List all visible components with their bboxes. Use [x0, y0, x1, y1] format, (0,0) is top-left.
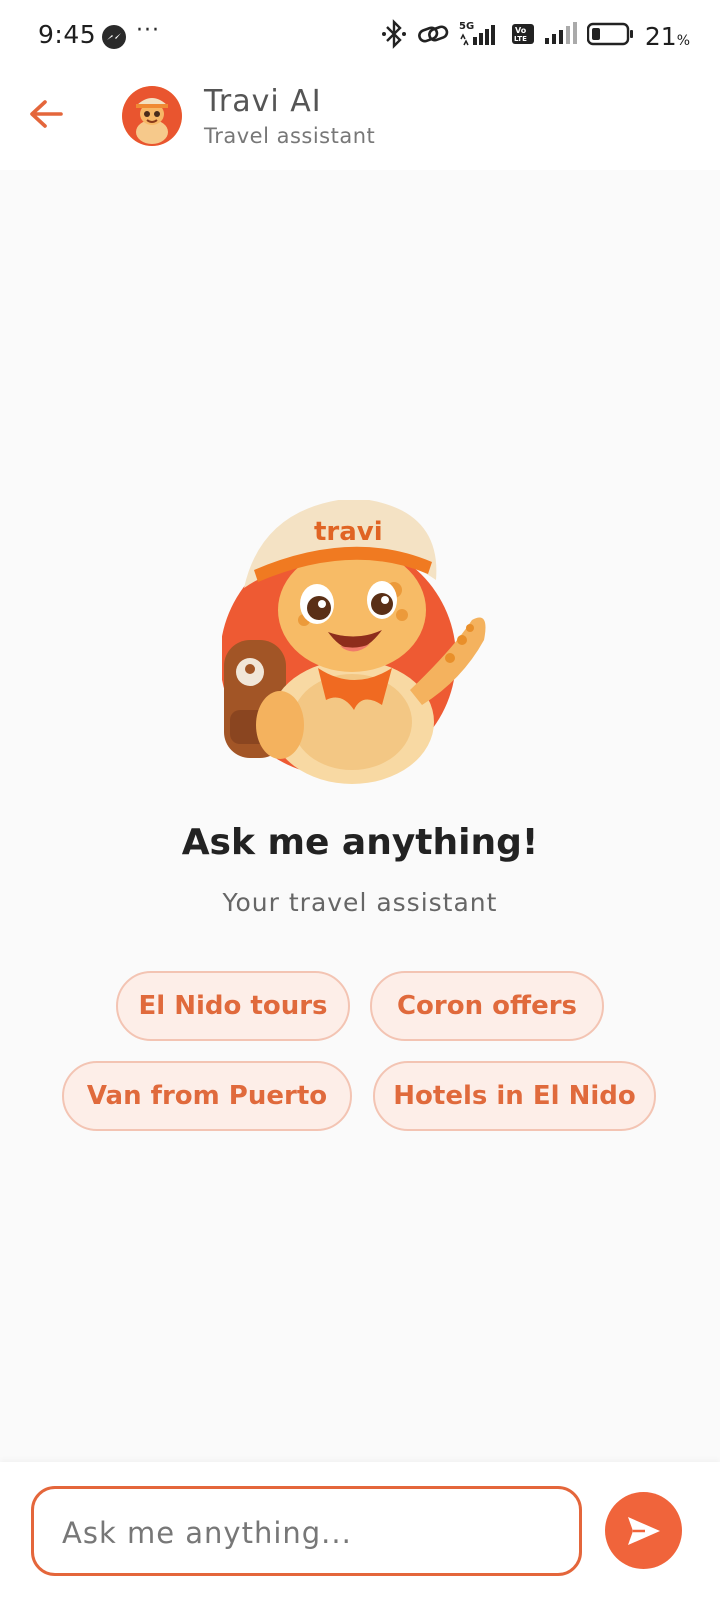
message-input-container [31, 1486, 582, 1576]
bluetooth-icon [381, 19, 407, 53]
battery-icon [586, 22, 635, 50]
svg-text:5G: 5G [459, 21, 474, 32]
back-button[interactable] [24, 92, 68, 136]
battery-percent: 21% [644, 21, 690, 51]
status-bar: 9:45 ··· 5G Vo LTE 21% [0, 0, 720, 72]
welcome-subheadline: Your travel assistant [222, 888, 498, 917]
avatar [122, 86, 182, 146]
svg-text:travi: travi [314, 517, 383, 547]
suggestion-chip-hotels-in-el-nido[interactable]: Hotels in El Nido [373, 1061, 656, 1131]
svg-text:Vo: Vo [515, 26, 527, 35]
suggestion-chip-coron-offers[interactable]: Coron offers [370, 971, 604, 1041]
send-icon [627, 1516, 660, 1545]
volte-icon: Vo LTE [511, 22, 535, 50]
message-composer [0, 1462, 720, 1600]
suggestion-chip-van-from-puerto[interactable]: Van from Puerto [62, 1061, 352, 1131]
header-title: Travi AI [204, 84, 322, 119]
signal-bars-icon [544, 22, 577, 50]
message-input[interactable] [62, 1511, 552, 1555]
status-time: 9:45 [38, 20, 97, 49]
arrow-left-icon [30, 100, 63, 128]
send-button[interactable] [605, 1492, 682, 1569]
app-header: Travi AI Travel assistant [0, 72, 720, 170]
link-icon [417, 21, 449, 51]
more-notifications-icon: ··· [136, 18, 160, 43]
signal-5g-icon: 5G [459, 19, 501, 53]
svg-text:LTE: LTE [514, 35, 527, 43]
mascot-illustration: travi [220, 498, 502, 790]
welcome-headline: Ask me anything! [181, 822, 539, 863]
header-subtitle: Travel assistant [204, 124, 376, 148]
suggestion-chip-el-nido-tours[interactable]: El Nido tours [116, 971, 350, 1041]
messenger-icon [102, 25, 126, 49]
